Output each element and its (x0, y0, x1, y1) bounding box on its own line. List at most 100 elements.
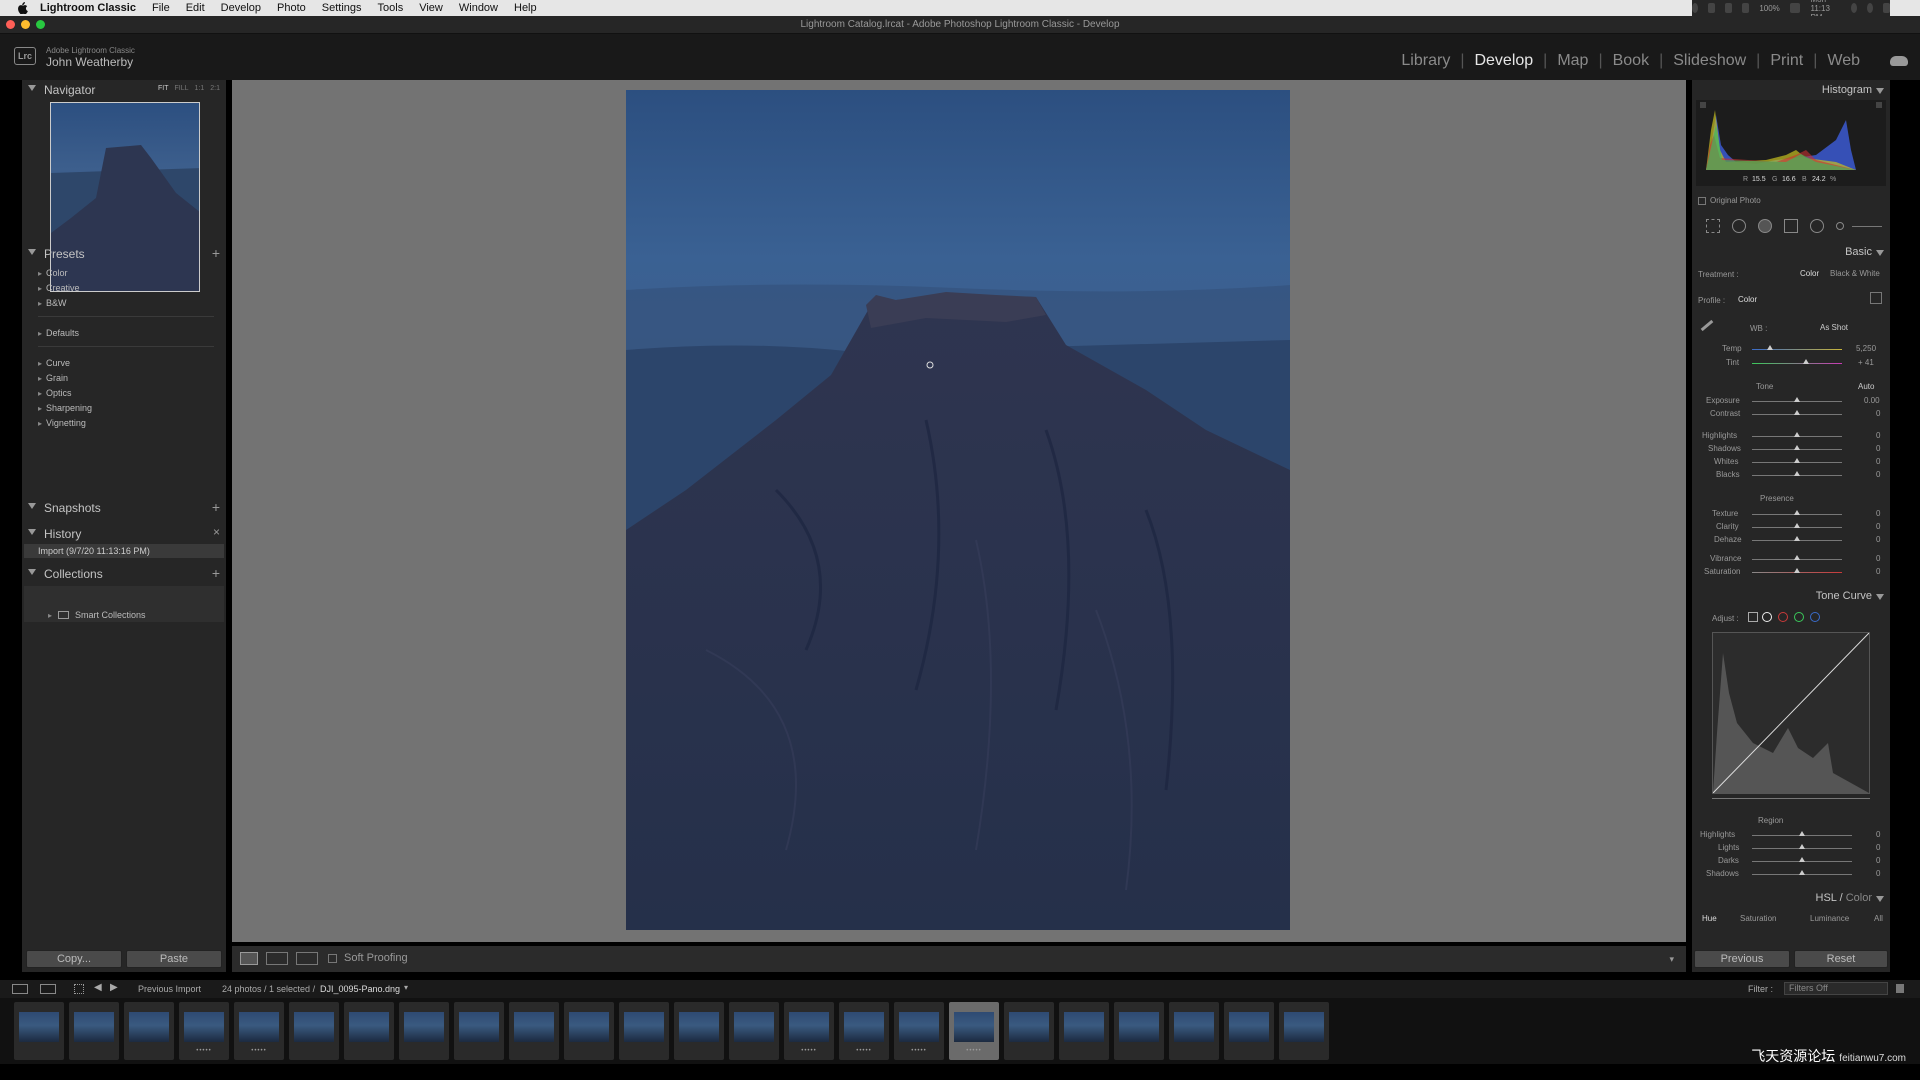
back-arrow-icon[interactable]: ◀ (94, 982, 102, 993)
user-account-icon[interactable] (1866, 3, 1873, 13)
wb-dropdown[interactable]: As Shot (1820, 323, 1848, 332)
exposure-value[interactable]: 0.00 (1864, 396, 1880, 405)
clear-history-icon[interactable]: × (213, 525, 220, 539)
treatment-bw-option[interactable]: Black & White (1830, 269, 1880, 278)
region-lights-knob[interactable] (1799, 844, 1805, 849)
notification-center-icon[interactable] (1882, 3, 1890, 13)
loupe-view-icon[interactable] (240, 952, 258, 965)
navigator-header[interactable]: Navigator FIT FILL 1:1 2:1 (22, 80, 226, 100)
region-highlights-value[interactable]: 0 (1876, 830, 1880, 839)
graduated-filter-icon[interactable] (1784, 219, 1798, 233)
white-balance-eyedropper-icon[interactable] (1700, 319, 1714, 332)
vibrance-slider-knob[interactable] (1794, 555, 1800, 560)
hsl-header[interactable]: HSL / Color (1692, 890, 1890, 906)
airplay-icon[interactable] (1725, 3, 1733, 13)
thumbnail-rating-stars-icon[interactable]: ••••• (184, 1048, 224, 1054)
cloud-sync-icon[interactable] (1890, 56, 1908, 66)
adjustment-brush-icon[interactable] (1836, 222, 1844, 230)
original-photo-checkbox[interactable] (1698, 197, 1706, 205)
filmstrip-thumbnail[interactable] (344, 1002, 394, 1060)
history-item[interactable]: Import (9/7/20 11:13:16 PM) (24, 544, 224, 558)
filmstrip-thumbnail[interactable] (509, 1002, 559, 1060)
filmstrip-thumbnail[interactable] (69, 1002, 119, 1060)
filmstrip-thumbnail[interactable] (124, 1002, 174, 1060)
filmstrip-thumbnail[interactable]: ••••• (894, 1002, 944, 1060)
point-curve-blue-icon[interactable] (1810, 612, 1820, 622)
profile-dropdown[interactable]: Color (1738, 295, 1757, 304)
preset-folder[interactable]: Optics (38, 388, 72, 400)
module-slideshow[interactable]: Slideshow (1673, 52, 1746, 70)
curve-split-slider[interactable] (1712, 798, 1870, 799)
menu-view[interactable]: View (419, 2, 443, 14)
presets-header[interactable]: Presets + (22, 244, 226, 264)
radial-filter-icon[interactable] (1810, 219, 1824, 233)
spotlight-search-icon[interactable] (1851, 3, 1857, 13)
paste-settings-button[interactable]: Paste (126, 950, 222, 968)
history-header[interactable]: History × (22, 524, 226, 544)
filmstrip-thumbnail[interactable] (674, 1002, 724, 1060)
brush-size-track[interactable] (1852, 226, 1882, 227)
add-collection-icon[interactable]: + (212, 565, 220, 581)
add-preset-icon[interactable]: + (212, 245, 220, 261)
thumbnail-rating-stars-icon[interactable]: ••••• (844, 1048, 884, 1054)
tint-value[interactable]: + 41 (1858, 358, 1874, 367)
record-icon[interactable] (1692, 3, 1698, 13)
point-curve-white-icon[interactable] (1762, 612, 1772, 622)
menu-file[interactable]: File (152, 2, 170, 14)
filmstrip-thumbnail[interactable] (1004, 1002, 1054, 1060)
temp-slider-knob[interactable] (1767, 345, 1773, 350)
soft-proofing-checkbox[interactable] (328, 954, 337, 963)
menu-edit[interactable]: Edit (186, 2, 205, 14)
filmstrip-thumbnail[interactable] (1114, 1002, 1164, 1060)
highlight-clipping-indicator[interactable] (1876, 102, 1882, 108)
thumbnail-rating-stars-icon[interactable]: ••••• (899, 1048, 939, 1054)
hsl-tab-luminance[interactable]: Luminance (1810, 914, 1849, 923)
module-map[interactable]: Map (1557, 52, 1588, 70)
zoom-1-1[interactable]: 1:1 (195, 85, 205, 92)
contrast-slider-knob[interactable] (1794, 410, 1800, 415)
tint-slider[interactable] (1752, 363, 1842, 364)
texture-slider-knob[interactable] (1794, 510, 1800, 515)
filmstrip-thumbnail[interactable]: ••••• (179, 1002, 229, 1060)
filmstrip[interactable]: ••••• ••••• ••••• ••••• ••••• ••••• (0, 998, 1920, 1064)
filmstrip-thumbnail[interactable] (289, 1002, 339, 1060)
histogram-graph[interactable]: R 15.5 G 16.6 B 24.2 % (1696, 100, 1886, 186)
preset-folder[interactable]: Vignetting (38, 418, 86, 430)
disclosure-triangle-icon[interactable]: ▸ (48, 611, 52, 620)
apple-menu-icon[interactable] (14, 2, 30, 14)
zoom-fill[interactable]: FILL (175, 85, 189, 92)
point-curve-green-icon[interactable] (1794, 612, 1804, 622)
smart-collections-item[interactable]: ▸ Smart Collections (48, 610, 146, 620)
before-after-split-icon[interactable] (296, 952, 318, 965)
wifi-icon[interactable] (1742, 3, 1750, 13)
filmstrip-thumbnail[interactable]: ••••• (234, 1002, 284, 1060)
preset-folder[interactable]: Defaults (38, 328, 79, 340)
filmstrip-thumbnail[interactable] (399, 1002, 449, 1060)
filmstrip-thumbnail[interactable] (454, 1002, 504, 1060)
preset-folder[interactable]: Curve (38, 358, 70, 370)
blacks-slider-knob[interactable] (1794, 471, 1800, 476)
clarity-value[interactable]: 0 (1876, 522, 1880, 531)
main-window-icon[interactable] (12, 984, 28, 994)
preset-folder[interactable]: B&W (38, 298, 67, 310)
shadow-clipping-indicator[interactable] (1700, 102, 1706, 108)
tone-auto-button[interactable]: Auto (1858, 382, 1874, 391)
preset-folder[interactable]: Color (38, 268, 68, 280)
saturation-value[interactable]: 0 (1876, 567, 1880, 576)
region-highlights-knob[interactable] (1799, 831, 1805, 836)
zoom-fit[interactable]: FIT (158, 85, 169, 92)
before-after-icon[interactable] (266, 952, 288, 965)
dehaze-value[interactable]: 0 (1876, 535, 1880, 544)
exposure-slider-knob[interactable] (1794, 397, 1800, 402)
filmstrip-source[interactable]: Previous Import (138, 984, 201, 994)
region-lights-value[interactable]: 0 (1876, 843, 1880, 852)
module-web[interactable]: Web (1827, 52, 1860, 70)
spot-removal-tool-icon[interactable] (1732, 219, 1746, 233)
filter-dropdown[interactable]: Filters Off (1784, 982, 1888, 995)
shadows-slider-knob[interactable] (1794, 445, 1800, 450)
filmstrip-thumbnail[interactable] (619, 1002, 669, 1060)
add-snapshot-icon[interactable]: + (212, 499, 220, 515)
copy-settings-button[interactable]: Copy... (26, 950, 122, 968)
previous-settings-button[interactable]: Previous (1694, 950, 1790, 968)
toolbar-menu-chevron-icon[interactable]: ▾ (1669, 954, 1674, 965)
